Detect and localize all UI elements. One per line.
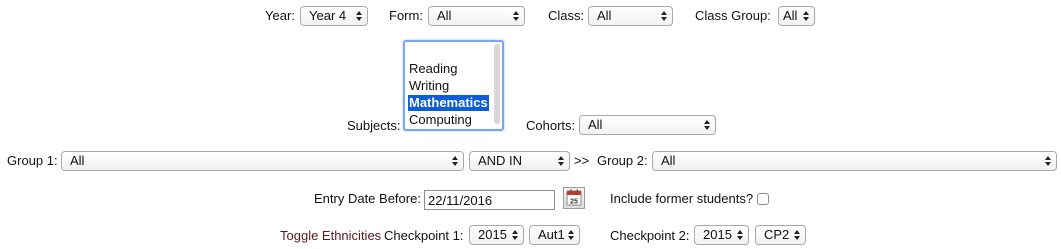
checkpoint1-year-select[interactable]: 2015: [469, 225, 524, 245]
checkpoint1-year-value: 2015: [478, 227, 507, 242]
subjects-label: Subjects:: [347, 118, 401, 133]
entry-date-label: Entry Date Before:: [314, 191, 421, 206]
subject-option-writing[interactable]: Writing: [408, 78, 450, 94]
class-group-select-value: All: [783, 8, 798, 23]
class-select-value: All: [597, 8, 612, 23]
chevron-updown-icon: [703, 118, 711, 132]
checkpoint1-label: Checkpoint 1:: [384, 228, 464, 243]
calendar-icon-day: 25: [570, 199, 578, 206]
group1-select-value: All: [70, 153, 85, 168]
chevron-updown-icon: [512, 9, 520, 23]
year-label: Year:: [265, 8, 295, 23]
cohorts-label: Cohorts:: [526, 118, 576, 133]
chevron-updown-icon: [511, 228, 519, 242]
checkpoint2-year-value: 2015: [703, 227, 732, 242]
subject-option-reading[interactable]: Reading: [408, 61, 458, 77]
checkpoint1-term-value: Aut1: [538, 227, 565, 242]
form-label: Form:: [389, 8, 423, 23]
checkpoint2-year-select[interactable]: 2015: [694, 225, 749, 245]
group2-select[interactable]: All: [652, 151, 1057, 171]
form-select-value: All: [437, 8, 452, 23]
chevron-updown-icon: [793, 228, 801, 242]
year-select[interactable]: Year 4: [300, 6, 368, 26]
cohorts-select-value: All: [588, 117, 603, 132]
checkpoint2-label: Checkpoint 2:: [610, 228, 690, 243]
chevron-updown-icon: [355, 9, 363, 23]
group1-label: Group 1:: [7, 153, 58, 168]
calendar-icon: 25: [566, 189, 582, 206]
chevron-updown-icon: [660, 9, 668, 23]
chevron-updown-icon: [557, 154, 565, 168]
group1-select[interactable]: All: [61, 151, 464, 171]
form-select[interactable]: All: [428, 6, 525, 26]
group2-label: Group 2:: [597, 153, 648, 168]
chevron-updown-icon: [567, 228, 575, 242]
group2-select-value: All: [661, 153, 676, 168]
group-separator: >>: [574, 153, 590, 168]
group-operator-select-value: AND IN: [478, 153, 523, 168]
class-label: Class:: [548, 8, 585, 23]
class-group-select[interactable]: All: [778, 6, 815, 26]
calendar-button[interactable]: 25: [563, 187, 585, 209]
group-operator-select[interactable]: AND IN: [469, 151, 570, 171]
checkpoint2-term-select[interactable]: CP2: [755, 225, 806, 245]
include-former-label: Include former students?: [610, 191, 754, 206]
subjects-listbox[interactable]: Reading Writing Mathematics Computing: [403, 40, 504, 131]
checkpoint2-term-value: CP2: [764, 227, 790, 242]
chevron-updown-icon: [802, 9, 810, 23]
subject-option-computing[interactable]: Computing: [408, 112, 473, 128]
subject-option-mathematics[interactable]: Mathematics: [408, 95, 489, 111]
class-select[interactable]: All: [588, 6, 673, 26]
chevron-updown-icon: [451, 154, 459, 168]
checkpoint1-term-select[interactable]: Aut1: [529, 225, 580, 245]
entry-date-input[interactable]: [424, 190, 555, 210]
class-group-label: Class Group:: [695, 8, 771, 23]
year-select-value: Year 4: [309, 8, 347, 23]
chevron-updown-icon: [1044, 154, 1052, 168]
cohorts-select[interactable]: All: [579, 115, 716, 135]
include-former-checkbox[interactable]: [757, 193, 769, 205]
chevron-updown-icon: [736, 228, 744, 242]
subjects-scrollbar[interactable]: [494, 44, 500, 124]
toggle-ethnicities-link[interactable]: Toggle Ethnicities: [280, 228, 381, 244]
